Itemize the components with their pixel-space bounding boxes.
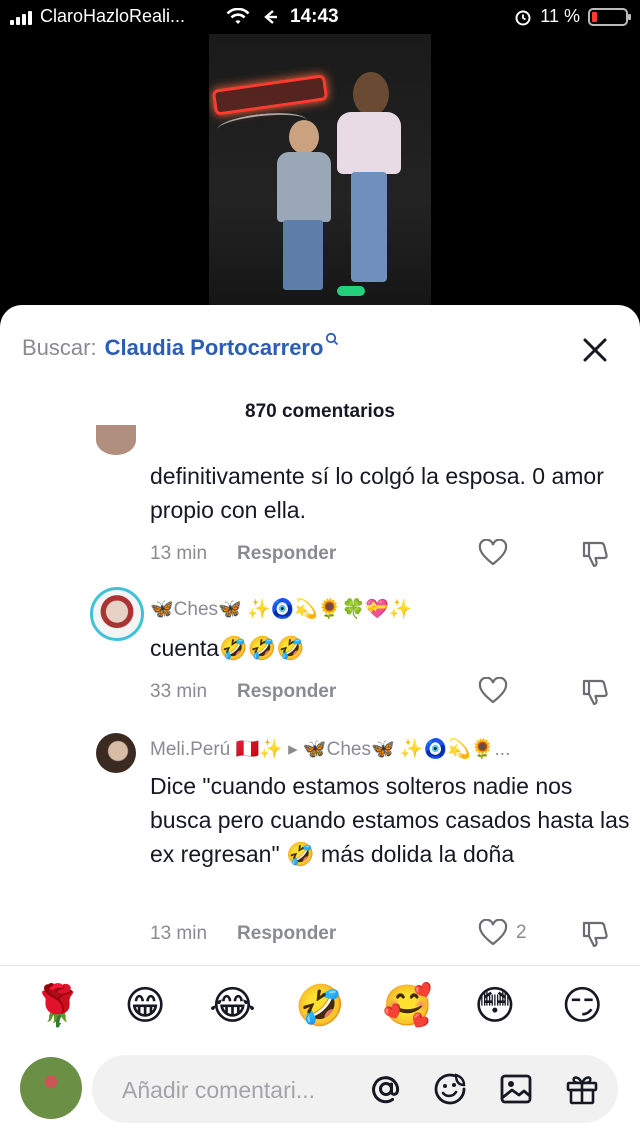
emoji-flushed[interactable]: 😳 <box>465 981 525 1031</box>
avatar[interactable] <box>20 1057 82 1119</box>
emoji-grin[interactable]: 😁 <box>115 981 175 1031</box>
signal-bars-icon <box>10 9 32 25</box>
comment-item: 🦋Ches🦋 ✨🧿💫🌻🍀💝✨ cuenta🤣🤣🤣 33 min Responde… <box>0 587 640 719</box>
emoji-hearts-face[interactable]: 🥰 <box>377 981 437 1031</box>
alarm-icon <box>515 10 531 25</box>
emoji-quick-bar: 🌹 😁 😂 🤣 🥰 😳 😏 <box>0 981 640 1031</box>
heart-icon <box>478 539 508 566</box>
comment-item: Meli.Perú 🇵🇪✨ ▸ 🦋Ches🦋 ✨🧿💫🌻... Dice "cua… <box>0 729 640 959</box>
reply-button[interactable]: Responder <box>237 543 336 565</box>
avatar[interactable] <box>96 733 136 773</box>
search-icon <box>326 332 339 346</box>
person-right <box>329 72 409 304</box>
reply-button[interactable]: Responder <box>237 681 336 703</box>
comment-text: definitivamente sí lo colgó la esposa. 0… <box>150 463 604 523</box>
thumb-down-icon[interactable] <box>580 919 610 949</box>
comment-input[interactable]: Añadir comentari... <box>92 1055 618 1123</box>
neon-sign <box>211 74 329 116</box>
avatar[interactable] <box>90 587 144 641</box>
battery-percent: 11 % <box>540 6 580 26</box>
comment-text: Dice "cuando estamos solteros nadie nos … <box>150 773 630 867</box>
comment-time: 13 min <box>150 923 208 944</box>
close-icon[interactable] <box>580 335 610 365</box>
emoji-smirk[interactable]: 😏 <box>552 981 612 1031</box>
comment-count: 870 comentarios <box>245 401 395 422</box>
comment-time: 33 min <box>150 681 208 702</box>
divider <box>0 965 640 966</box>
comment-text: cuenta🤣🤣🤣 <box>150 635 305 661</box>
heart-icon <box>478 677 508 704</box>
gift-icon[interactable] <box>564 1071 600 1107</box>
at-sign-icon[interactable] <box>368 1071 404 1107</box>
comment-composer: Añadir comentari... <box>0 1053 640 1133</box>
thumb-down-icon[interactable] <box>580 677 610 707</box>
comment-username[interactable]: Meli.Perú 🇵🇪✨ ▸ 🦋Ches🦋 ✨🧿💫🌻... <box>150 737 510 761</box>
video-preview[interactable] <box>209 34 431 310</box>
search-term-link[interactable]: Claudia Portocarrero <box>105 335 324 361</box>
like-button[interactable] <box>478 539 508 567</box>
like-count: 2 <box>516 922 527 943</box>
reply-button[interactable]: Responder <box>237 923 336 945</box>
battery-icon <box>588 7 631 26</box>
comment-username[interactable]: 🦋Ches🦋 ✨🧿💫🌻🍀💝✨ <box>150 597 413 621</box>
thumb-down-icon[interactable] <box>580 539 610 569</box>
heart-icon <box>478 919 508 946</box>
comment-time: 13 min <box>150 543 208 564</box>
person-left <box>271 120 333 310</box>
comments-sheet: Buscar: Claudia Portocarrero 870 comenta… <box>0 305 640 1136</box>
comment-input-placeholder: Añadir comentari... <box>122 1077 316 1103</box>
location-arrow-icon <box>264 10 277 24</box>
emoji-face-icon[interactable] <box>432 1071 468 1107</box>
comment-item: definitivamente sí lo colgó la esposa. 0… <box>0 425 640 585</box>
emoji-rose[interactable]: 🌹 <box>28 981 88 1031</box>
search-suggestion[interactable]: Buscar: Claudia Portocarrero <box>22 332 339 361</box>
like-button[interactable]: 2 <box>478 919 527 947</box>
emoji-joy[interactable]: 😂 <box>203 981 263 1031</box>
clock: 14:43 <box>290 6 339 27</box>
like-button[interactable] <box>478 677 508 705</box>
emoji-rofl[interactable]: 🤣 <box>290 981 350 1031</box>
image-icon[interactable] <box>498 1071 534 1107</box>
wifi-icon <box>226 8 250 24</box>
carrier-name: ClaroHazloReali... <box>40 6 186 26</box>
avatar[interactable] <box>96 425 136 455</box>
status-bar: ClaroHazloReali... 14:43 11 % <box>0 0 640 34</box>
search-prefix: Buscar: <box>22 335 97 360</box>
